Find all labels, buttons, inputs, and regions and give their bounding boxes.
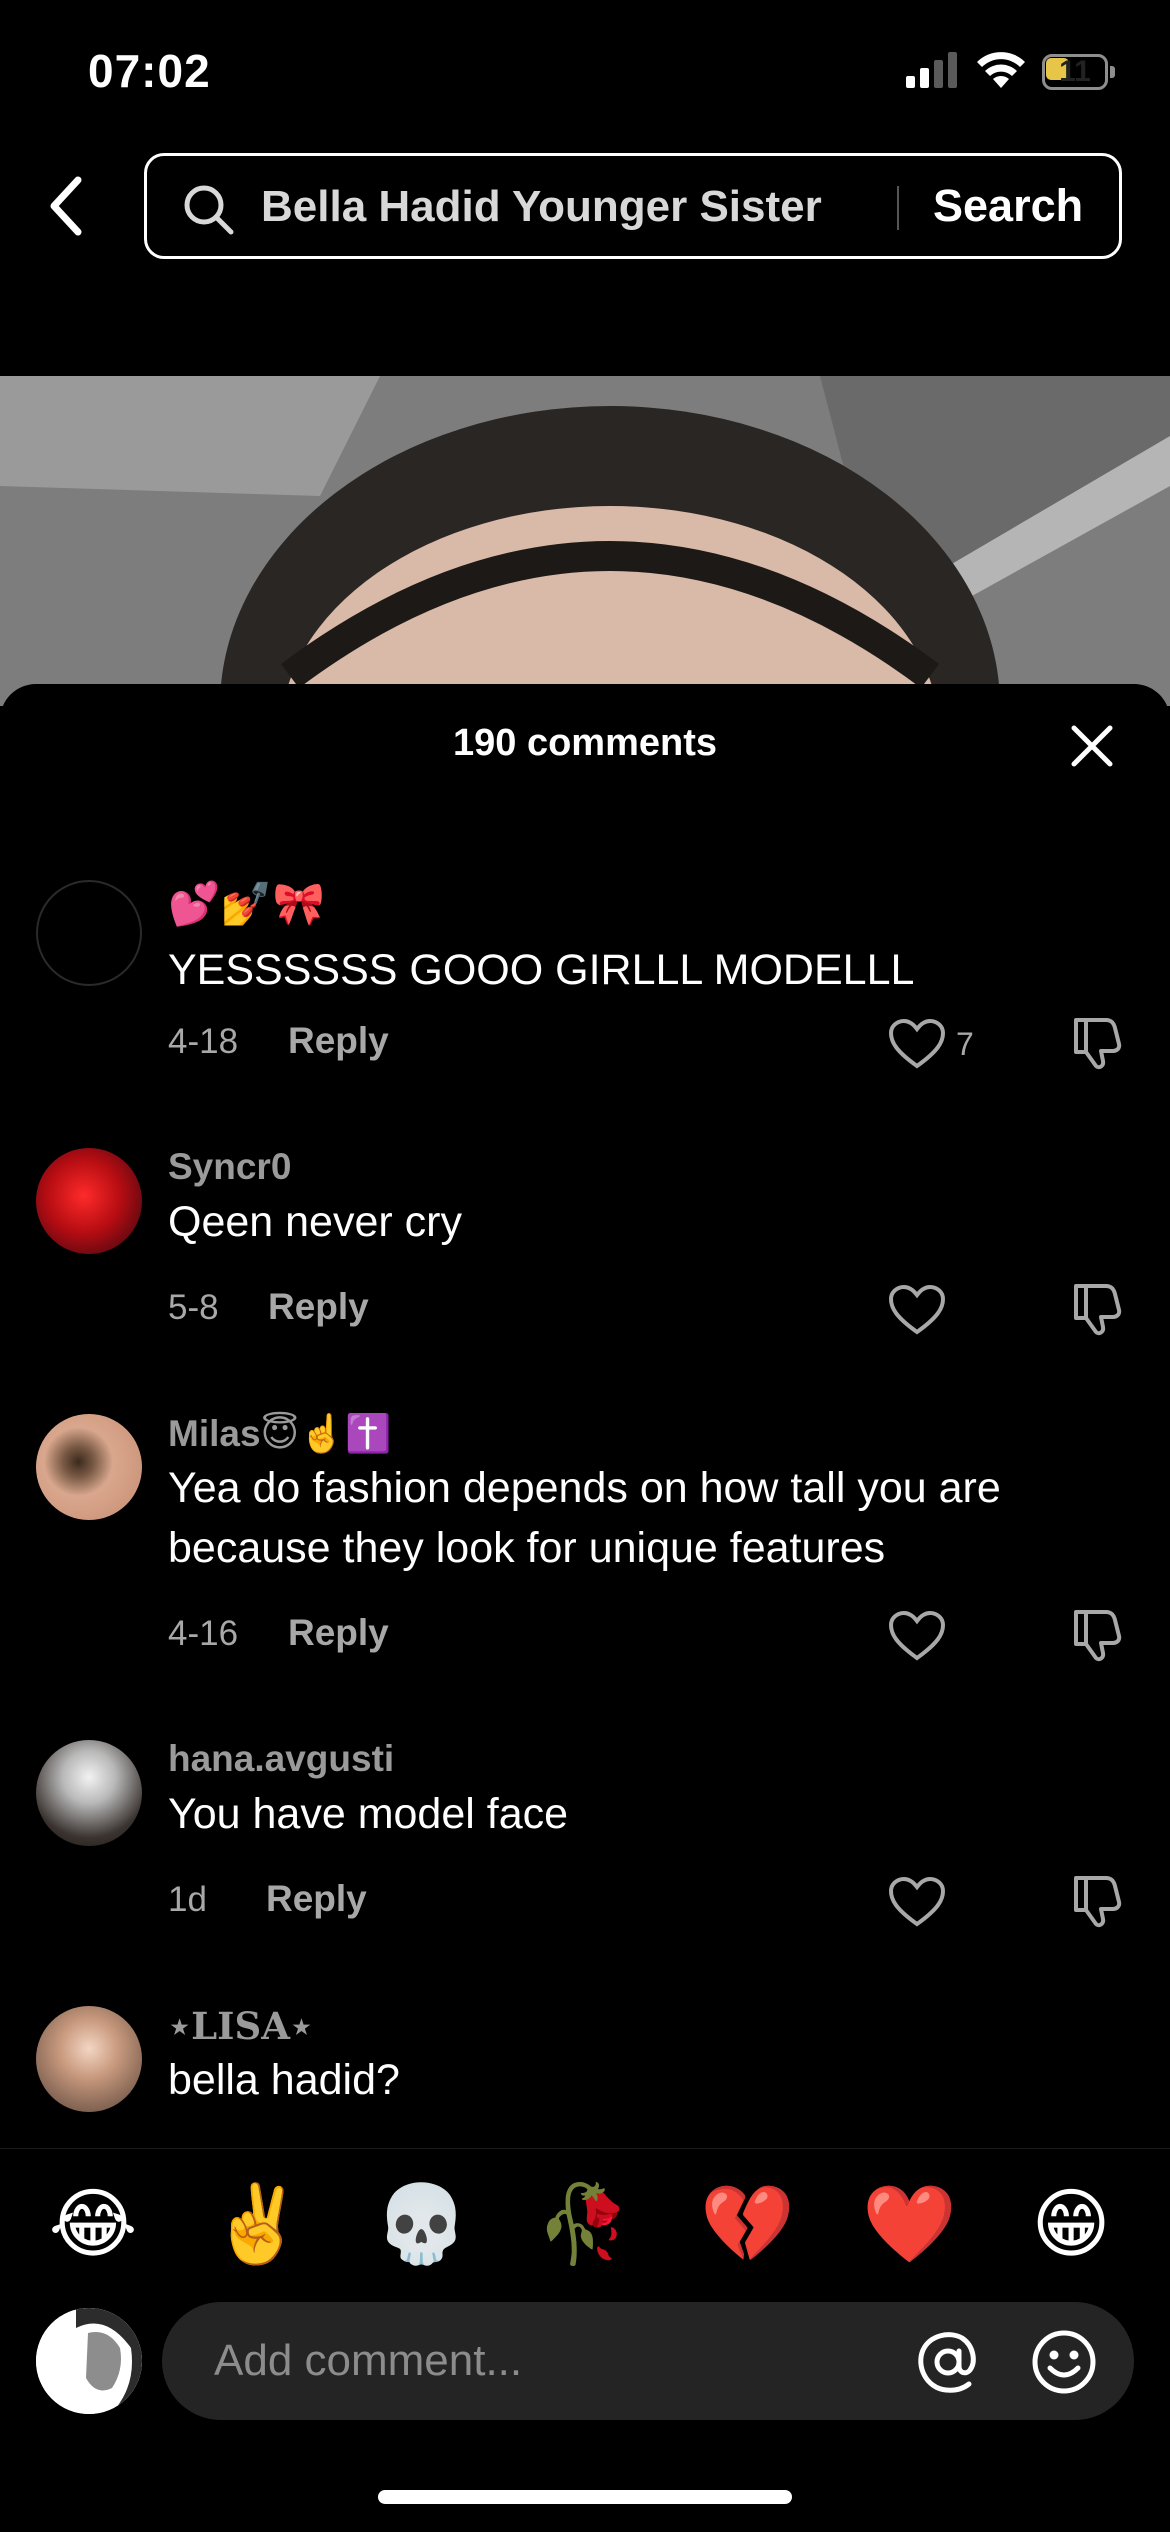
reply-button[interactable]: Reply [288, 1612, 389, 1654]
current-user-avatar[interactable] [36, 2308, 142, 2414]
emoji-laughing-tears[interactable]: 😂 [48, 2179, 138, 2269]
cellular-signal-icon [906, 52, 957, 88]
emoji-broken-heart[interactable]: 💔 [700, 2179, 795, 2269]
comment-input-row: Add comment... [0, 2290, 1170, 2440]
back-chevron-icon[interactable] [36, 170, 96, 242]
comment-date: 5-8 [168, 1288, 219, 1327]
comment-text: You have model face [168, 1790, 569, 1838]
avatar[interactable] [36, 1740, 142, 1846]
emoji-wilted-rose[interactable]: 🥀 [536, 2179, 631, 2269]
heart-icon[interactable] [888, 1876, 946, 1928]
status-time: 07:02 [88, 45, 211, 97]
comment-username[interactable]: 💕💅🎀 [168, 880, 325, 929]
comment-username[interactable]: ⋆LISA⋆ [168, 2004, 313, 2048]
heart-icon[interactable] [888, 1610, 946, 1662]
comment-text: bella hadid? [168, 2056, 400, 2104]
comment-item: Milas😇☝️✝️ Yea do fashion depends on how… [0, 1412, 1170, 1672]
avatar[interactable] [36, 1414, 142, 1520]
comment-username[interactable]: Milas😇☝️✝️ [168, 1412, 391, 1456]
thumbs-down-icon[interactable] [1068, 1280, 1124, 1336]
search-query[interactable]: Bella Hadid Younger Sister [261, 182, 822, 232]
emoji-red-heart[interactable]: ❤️ [862, 2179, 957, 2269]
avatar-image [36, 2308, 142, 2414]
comment-username[interactable]: Syncr0 [168, 1146, 291, 1188]
avatar[interactable] [36, 1148, 142, 1254]
comment-date: 4-18 [168, 1022, 239, 1061]
battery-icon: 11 [1042, 54, 1115, 90]
heart-icon[interactable] [888, 1018, 946, 1070]
like-count: 7 [956, 1026, 974, 1062]
search-button[interactable]: Search [933, 180, 1083, 232]
comment-username[interactable]: hana.avgusti [168, 1738, 394, 1780]
comment-date: 4-16 [168, 1614, 239, 1653]
battery-level: 11 [1059, 55, 1091, 88]
comment-item: hana.avgusti You have model face 1d Repl… [0, 1738, 1170, 1938]
reply-button[interactable]: Reply [268, 1286, 369, 1328]
search-bar[interactable]: Bella Hadid Younger Sister Search [144, 153, 1122, 259]
wifi-icon [977, 52, 1025, 88]
reply-button[interactable]: Reply [288, 1020, 389, 1062]
status-bar: 07:02 11 [0, 0, 1170, 140]
comment-item: 💕💅🎀 YESSSSSS GOOO GIRLLL MODELLL 4-18 Re… [0, 880, 1170, 1080]
comment-date: 1d [168, 1880, 207, 1919]
comment-text: YESSSSSS GOOO GIRLLL MODELLL [168, 946, 915, 994]
emoji-grinning[interactable]: 😁 [1026, 2179, 1116, 2269]
emoji-skull[interactable]: 💀 [374, 2179, 469, 2269]
emoji-picker-icon[interactable] [1030, 2328, 1098, 2396]
reply-button[interactable]: Reply [266, 1878, 367, 1920]
video-preview[interactable] [0, 376, 1170, 706]
avatar[interactable] [36, 880, 142, 986]
emoji-victory-hand[interactable]: ✌️ [210, 2179, 305, 2269]
close-icon[interactable] [1066, 720, 1118, 772]
thumbs-down-icon[interactable] [1068, 1014, 1124, 1070]
comment-item: Syncr0 Qeen never cry 5-8 Reply [0, 1146, 1170, 1346]
emoji-quick-bar: 😂 ✌️ 💀 🥀 💔 ❤️ 😁 [0, 2148, 1170, 2290]
home-indicator[interactable] [378, 2490, 792, 2504]
heart-icon[interactable] [888, 1284, 946, 1336]
comment-item: ⋆LISA⋆ bella hadid? [0, 2004, 1170, 2144]
comment-text: Qeen never cry [168, 1198, 462, 1246]
search-divider [897, 186, 899, 230]
comments-count-title: 190 comments [452, 722, 717, 764]
thumbs-down-icon[interactable] [1068, 1606, 1124, 1662]
thumbs-down-icon[interactable] [1068, 1872, 1124, 1928]
comment-text: Yea do fashion depends on how tall you a… [168, 1464, 1001, 1572]
comment-input[interactable]: Add comment... [162, 2302, 1134, 2420]
video-frame-image [0, 376, 1170, 706]
mention-at-icon[interactable] [914, 2328, 982, 2396]
comment-input-placeholder: Add comment... [214, 2336, 523, 2385]
avatar[interactable] [36, 2006, 142, 2112]
search-icon [184, 185, 234, 235]
